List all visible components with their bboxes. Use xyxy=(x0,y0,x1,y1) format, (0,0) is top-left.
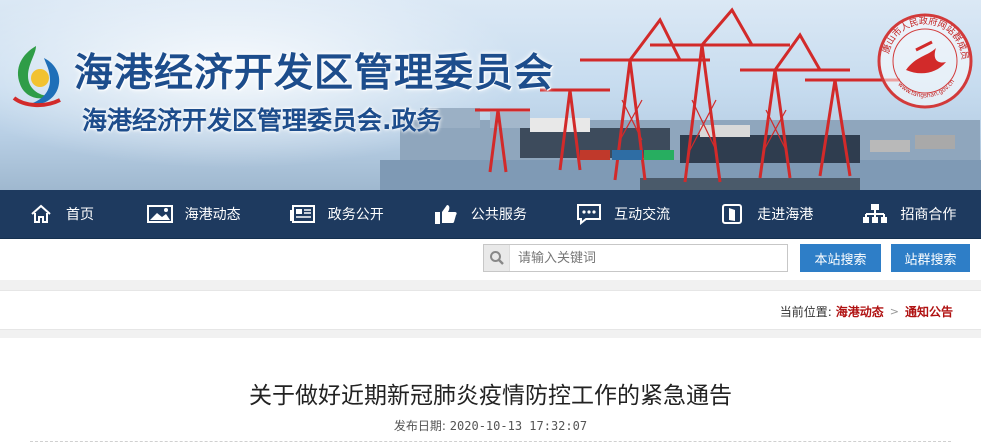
site-title: 海港经济开发区管理委员会 xyxy=(74,51,555,96)
nav-label: 招商合作 xyxy=(900,207,957,223)
nav-label: 政务公开 xyxy=(327,207,384,223)
tangshan-government-seal[interactable]: 唐山市人民政府网站群成员 www.tangshan.gov.cn xyxy=(876,12,974,110)
nav-item-public-services[interactable]: 公共服务 xyxy=(408,190,551,238)
article-title: 关于做好近期新冠肺炎疫情防控工作的紧急通告 xyxy=(249,383,732,409)
search-box xyxy=(483,244,788,272)
newspaper-icon xyxy=(289,203,316,225)
nav-label: 首页 xyxy=(66,207,94,223)
picture-icon xyxy=(146,203,173,225)
site-logo xyxy=(12,46,61,107)
nav-item-gov-affairs[interactable]: 政务公开 xyxy=(265,190,408,238)
search-bar: 本站搜索 站群搜索 xyxy=(0,239,981,280)
main-nav: 首页 海港动态 政务公开 公共服务 互动交流 走进海港 招商合作 xyxy=(0,190,981,239)
nav-item-news[interactable]: 海港动态 xyxy=(122,190,265,238)
nav-label: 互动交流 xyxy=(614,207,671,223)
nav-item-home[interactable]: 首页 xyxy=(0,190,122,238)
publish-date: 2020-10-13 17:32:07 xyxy=(449,419,588,433)
breadcrumb-prefix: 当前位置: xyxy=(779,305,832,319)
nav-item-interaction[interactable]: 互动交流 xyxy=(552,190,695,238)
chevron-right-icon: > xyxy=(889,305,899,318)
header-banner: 海港经济开发区管理委员会 海港经济开发区管理委员会.政务 唐山市人民政府网站群成… xyxy=(0,0,981,190)
thumbs-up-icon xyxy=(433,203,459,225)
chat-icon xyxy=(576,203,602,225)
breadcrumb: 当前位置: 海港动态 > 通知公告 xyxy=(780,303,953,320)
site-subtitle: 海港经济开发区管理委员会.政务 xyxy=(82,106,442,135)
article-meta: 发布日期: 2020-10-13 17:32:07 xyxy=(0,417,981,434)
site-search-button[interactable]: 本站搜索 xyxy=(800,244,881,272)
nav-label: 走进海港 xyxy=(757,207,814,223)
article-panel: 关于做好近期新冠肺炎疫情防控工作的紧急通告 发布日期: 2020-10-13 1… xyxy=(0,338,981,448)
nav-label: 海港动态 xyxy=(184,207,241,223)
nav-item-about-port[interactable]: 走进海港 xyxy=(695,190,838,238)
door-icon xyxy=(719,203,745,225)
home-icon xyxy=(28,203,54,225)
nav-item-investment[interactable]: 招商合作 xyxy=(838,190,981,238)
nav-label: 公共服务 xyxy=(470,207,527,223)
breadcrumb-link-notices[interactable]: 通知公告 xyxy=(905,303,953,320)
group-search-button[interactable]: 站群搜索 xyxy=(891,244,970,272)
breadcrumb-panel: 当前位置: 海港动态 > 通知公告 xyxy=(0,290,981,330)
search-icon xyxy=(484,245,510,271)
divider xyxy=(30,441,951,442)
breadcrumb-link-news[interactable]: 海港动态 xyxy=(836,303,884,320)
search-input[interactable] xyxy=(510,246,780,270)
publish-date-label: 发布日期: xyxy=(393,419,446,433)
sitemap-icon xyxy=(862,203,888,225)
